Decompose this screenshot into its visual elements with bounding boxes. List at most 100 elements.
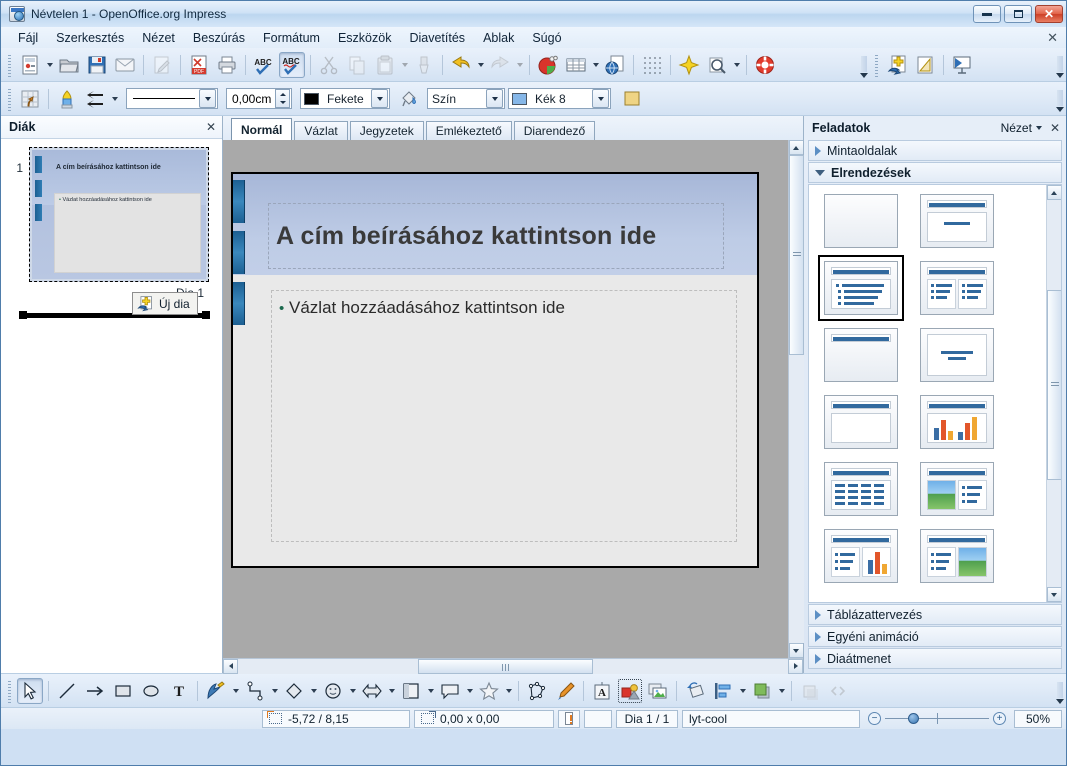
zoom-button[interactable]	[704, 52, 730, 78]
curve-dropdown[interactable]	[230, 678, 241, 704]
slide-canvas[interactable]: A cím beírásához kattintson ide • Vázlat…	[223, 140, 788, 658]
zoom-level-field[interactable]: 50%	[1014, 709, 1062, 728]
layouts-vertical-scrollbar[interactable]	[1046, 185, 1061, 602]
tab-handout[interactable]: Emlékeztető	[425, 121, 512, 140]
zoom-dropdown[interactable]	[731, 52, 742, 78]
menu-item-help[interactable]: Súgó	[523, 29, 570, 47]
layout-title-content[interactable]	[919, 193, 995, 249]
line-color-dropdown-arrow[interactable]	[371, 89, 388, 108]
paste-dropdown[interactable]	[399, 52, 410, 78]
selection-handle[interactable]	[202, 311, 210, 319]
slide-surface[interactable]: A cím beírásához kattintson ide • Vázlat…	[231, 172, 759, 568]
export-pdf-button[interactable]: PDF	[186, 52, 212, 78]
layouts-scroll-thumb[interactable]	[1046, 290, 1061, 480]
slides-panel-body[interactable]: 1 A cím beírásához kattintson ide Vázlat…	[1, 139, 222, 673]
presentation-toolbar-grip[interactable]	[872, 52, 880, 77]
fontwork-button[interactable]: A	[589, 678, 615, 704]
symbol-shapes-dropdown[interactable]	[347, 678, 358, 704]
hyperlink-button[interactable]	[602, 52, 628, 78]
tab-outline[interactable]: Vázlat	[294, 121, 348, 140]
stars-button[interactable]	[476, 678, 502, 704]
layout-centered-text[interactable]	[919, 327, 995, 383]
email-button[interactable]	[112, 52, 138, 78]
line-tool-button[interactable]	[54, 678, 80, 704]
arrange-dropdown[interactable]	[776, 678, 787, 704]
layout-title-empty-content[interactable]	[823, 394, 899, 450]
edit-file-button[interactable]	[149, 52, 175, 78]
select-tool-button[interactable]	[17, 677, 43, 704]
toolbar-grip[interactable]	[6, 86, 13, 111]
selection-handle[interactable]	[19, 311, 27, 319]
block-arrows-dropdown[interactable]	[386, 678, 397, 704]
minimize-button[interactable]	[973, 5, 1001, 23]
grid-button[interactable]	[639, 52, 665, 78]
tasks-view-label[interactable]: Nézet	[1001, 121, 1032, 135]
tasks-section-layouts[interactable]: Elrendezések	[808, 162, 1062, 183]
line-object[interactable]: Új dia	[19, 292, 210, 326]
shadow-button[interactable]	[619, 86, 645, 112]
tasks-section-slide-transition[interactable]: Diaátmenet	[808, 648, 1062, 669]
line-point-edit-button[interactable]	[54, 86, 80, 112]
selection-button[interactable]	[17, 86, 43, 112]
zoom-track[interactable]	[885, 712, 989, 725]
horizontal-scroll-track[interactable]	[238, 658, 788, 674]
redo-dropdown[interactable]	[514, 52, 525, 78]
slide-layout-button[interactable]	[912, 52, 938, 78]
stars-dropdown[interactable]	[503, 678, 514, 704]
arrow-style-button[interactable]	[82, 86, 108, 112]
arrange-button[interactable]	[749, 678, 775, 704]
layout-image-content[interactable]	[919, 461, 995, 517]
help-button[interactable]	[752, 52, 778, 78]
tasks-section-table-design[interactable]: Táblázattervezés	[808, 604, 1062, 625]
close-button[interactable]: ✕	[1035, 5, 1063, 23]
line-width-stepper[interactable]	[275, 89, 290, 108]
layout-more-a[interactable]	[823, 595, 899, 602]
line-style-dropdown-arrow[interactable]	[199, 89, 216, 108]
layouts-scroll-track[interactable]	[1046, 200, 1061, 587]
horizontal-scroll-thumb[interactable]	[418, 658, 593, 674]
menu-item-insert[interactable]: Beszúrás	[184, 29, 254, 47]
layouts-scroll-area[interactable]	[808, 184, 1062, 603]
slide-thumbnail-row[interactable]: 1 A cím beírásához kattintson ide Vázlat…	[7, 147, 216, 282]
vertical-scroll-thumb[interactable]	[788, 155, 804, 355]
fill-color-dropdown-arrow[interactable]	[592, 89, 609, 108]
editor-horizontal-scrollbar[interactable]	[223, 658, 803, 674]
menu-item-slideshow[interactable]: Diavetítés	[400, 29, 474, 47]
curve-tool-button[interactable]	[203, 678, 229, 704]
fill-bucket-button[interactable]	[396, 86, 422, 112]
symbol-shapes-button[interactable]	[320, 678, 346, 704]
menu-item-window[interactable]: Ablak	[474, 29, 523, 47]
glue-points-button[interactable]	[552, 678, 578, 704]
close-document-button[interactable]: ✕	[1047, 30, 1058, 46]
slides-panel-close-icon[interactable]: ✕	[206, 120, 216, 134]
maximize-button[interactable]	[1004, 5, 1032, 23]
layout-title-bullets[interactable]	[818, 255, 904, 321]
title-placeholder[interactable]: A cím beírásához kattintson ide	[268, 203, 724, 269]
zoom-slider[interactable]: − +	[864, 712, 1010, 725]
undo-button[interactable]	[448, 52, 474, 78]
cut-button[interactable]	[316, 52, 342, 78]
arrow-tool-button[interactable]	[82, 678, 108, 704]
menu-item-file[interactable]: Fájl	[9, 29, 47, 47]
align-dropdown[interactable]	[737, 678, 748, 704]
layout-more-b[interactable]	[919, 595, 995, 602]
layout-title-two-content[interactable]	[919, 260, 995, 316]
menu-item-view[interactable]: Nézet	[133, 29, 184, 47]
line-width-spinner[interactable]: 0,00cm	[226, 88, 292, 109]
basic-shapes-button[interactable]	[281, 678, 307, 704]
layout-content-chart[interactable]	[823, 528, 899, 584]
chart-button[interactable]	[535, 52, 561, 78]
standard-toolbar-overflow[interactable]	[858, 52, 870, 78]
layout-content-image[interactable]	[919, 528, 995, 584]
menu-item-tools[interactable]: Eszközök	[329, 29, 401, 47]
toolbar-grip[interactable]	[6, 678, 13, 703]
rotate-button[interactable]	[682, 678, 708, 704]
text-tool-button[interactable]: T	[166, 678, 192, 704]
autospellcheck-button[interactable]: ABC	[279, 51, 305, 78]
print-button[interactable]	[214, 52, 240, 78]
zoom-handle[interactable]	[908, 713, 920, 724]
undo-dropdown[interactable]	[475, 52, 486, 78]
save-button[interactable]	[84, 52, 110, 78]
block-arrows-button[interactable]	[359, 678, 385, 704]
slide-thumbnail[interactable]: A cím beírásához kattintson ide Vázlat h…	[29, 147, 209, 282]
